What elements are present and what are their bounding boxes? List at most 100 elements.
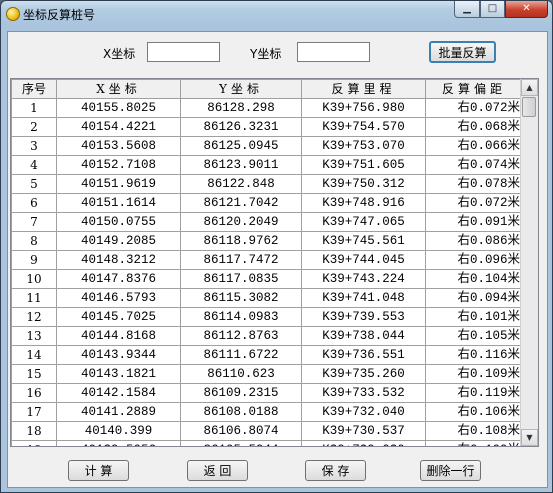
offset-cell[interactable]: 右0.072米 xyxy=(425,98,523,118)
offset-cell[interactable]: 右0.096米 xyxy=(425,250,523,270)
x-coordinate-input[interactable] xyxy=(147,42,220,62)
row-index[interactable]: 13 xyxy=(11,326,57,346)
row-index[interactable]: 11 xyxy=(11,288,57,308)
offset-cell[interactable]: 右0.119米 xyxy=(425,383,523,403)
row-index[interactable]: 8 xyxy=(11,231,57,251)
table-row[interactable]: 16 40142.1584 86109.2315 K39+733.532 右0.119米 xyxy=(11,383,523,403)
table-row[interactable]: 2 40154.4221 86126.3231 K39+754.570 右0.068米 xyxy=(11,117,523,137)
offset-cell[interactable]: 右0.066米 xyxy=(425,136,523,156)
offset-cell[interactable]: 右0.106米 xyxy=(425,402,523,422)
y-coordinate-cell[interactable]: 86118.9762 xyxy=(180,231,302,251)
row-index[interactable]: 15 xyxy=(11,364,57,384)
chainage-cell[interactable]: K39+736.551 xyxy=(301,345,426,365)
y-coordinate-cell[interactable]: 86122.848 xyxy=(180,174,302,194)
x-coordinate-cell[interactable]: 40144.8168 xyxy=(56,326,181,346)
x-coordinate-cell[interactable]: 40147.8376 xyxy=(56,269,181,289)
calculate-button[interactable]: 计 算 xyxy=(68,460,129,481)
y-coordinate-input[interactable] xyxy=(297,42,370,62)
x-coordinate-cell[interactable]: 40142.1584 xyxy=(56,383,181,403)
table-row[interactable]: 17 40141.2889 86108.0188 K39+732.040 右0.106米 xyxy=(11,402,523,422)
row-index[interactable]: 5 xyxy=(11,174,57,194)
title-bar[interactable]: 坐标反算桩号 ▁ □ ✕ xyxy=(1,1,552,27)
table-row[interactable]: 3 40153.5608 86125.0945 K39+753.070 右0.066米 xyxy=(11,136,523,156)
table-row[interactable]: 5 40151.9619 86122.848 K39+750.312 右0.078米 xyxy=(11,174,523,194)
row-index[interactable]: 1 xyxy=(11,98,57,118)
table-row[interactable]: 10 40147.8376 86117.0835 K39+743.224 右0.104米 xyxy=(11,269,523,289)
chainage-cell[interactable]: K39+729.030 xyxy=(301,440,426,446)
y-coordinate-cell[interactable]: 86111.6722 xyxy=(180,345,302,365)
y-coordinate-cell[interactable]: 86114.0983 xyxy=(180,307,302,327)
chainage-cell[interactable]: K39+732.040 xyxy=(301,402,426,422)
y-coordinate-cell[interactable]: 86110.623 xyxy=(180,364,302,384)
offset-cell[interactable]: 右0.078米 xyxy=(425,174,523,194)
y-coordinate-cell[interactable]: 86125.0945 xyxy=(180,136,302,156)
row-index[interactable]: 7 xyxy=(11,212,57,232)
row-index[interactable]: 6 xyxy=(11,193,57,213)
chainage-cell[interactable]: K39+744.045 xyxy=(301,250,426,270)
table-row[interactable]: 11 40146.5793 86115.3082 K39+741.048 右0.094米 xyxy=(11,288,523,308)
maximize-button[interactable]: □ xyxy=(480,1,505,18)
offset-cell[interactable]: 右0.104米 xyxy=(425,269,523,289)
row-index[interactable]: 2 xyxy=(11,117,57,137)
chainage-cell[interactable]: K39+753.070 xyxy=(301,136,426,156)
chainage-cell[interactable]: K39+743.224 xyxy=(301,269,426,289)
results-table[interactable]: 序号 X坐标 Y坐标 反算里程 反算偏距 1 40155.8025 86128.29… xyxy=(10,78,539,447)
close-button[interactable]: ✕ xyxy=(505,1,548,18)
chainage-cell[interactable]: K39+748.916 xyxy=(301,193,426,213)
x-coordinate-cell[interactable]: 40148.3212 xyxy=(56,250,181,270)
row-index[interactable]: 17 xyxy=(11,402,57,422)
table-row[interactable]: 9 40148.3212 86117.7472 K39+744.045 右0.096米 xyxy=(11,250,523,270)
x-coordinate-cell[interactable]: 40139.5056 xyxy=(56,440,181,446)
offset-cell[interactable]: 右0.101米 xyxy=(425,307,523,327)
x-coordinate-cell[interactable]: 40146.5793 xyxy=(56,288,181,308)
y-coordinate-cell[interactable]: 86109.2315 xyxy=(180,383,302,403)
x-coordinate-cell[interactable]: 40141.2889 xyxy=(56,402,181,422)
minimize-button[interactable]: ▁ xyxy=(454,1,480,18)
x-coordinate-cell[interactable]: 40143.9344 xyxy=(56,345,181,365)
chainage-cell[interactable]: K39+738.044 xyxy=(301,326,426,346)
table-row[interactable]: 12 40145.7025 86114.0983 K39+739.553 右0.101米 xyxy=(11,307,523,327)
y-coordinate-cell[interactable]: 86123.9011 xyxy=(180,155,302,175)
y-coordinate-cell[interactable]: 86112.8763 xyxy=(180,326,302,346)
delete-row-button[interactable]: 删除一行 xyxy=(420,460,481,481)
offset-cell[interactable]: 右0.086米 xyxy=(425,231,523,251)
row-index[interactable]: 3 xyxy=(11,136,57,156)
chainage-cell[interactable]: K39+735.260 xyxy=(301,364,426,384)
batch-calculate-button[interactable]: 批量反算 xyxy=(429,41,496,63)
x-coordinate-cell[interactable]: 40151.1614 xyxy=(56,193,181,213)
y-coordinate-cell[interactable]: 86115.3082 xyxy=(180,288,302,308)
offset-cell[interactable]: 右0.094米 xyxy=(425,288,523,308)
table-row[interactable]: 6 40151.1614 86121.7042 K39+748.916 右0.072米 xyxy=(11,193,523,213)
scroll-down-arrow-icon[interactable]: ▼ xyxy=(521,429,538,446)
y-coordinate-cell[interactable]: 86117.0835 xyxy=(180,269,302,289)
table-row[interactable]: 1940139.505686105.5944K39+729.030右0.109米 xyxy=(11,440,523,446)
table-row[interactable]: 14 40143.9344 86111.6722 K39+736.551 右0.116米 xyxy=(11,345,523,365)
scroll-thumb[interactable] xyxy=(522,97,536,117)
offset-cell[interactable]: 右0.074米 xyxy=(425,155,523,175)
y-coordinate-cell[interactable]: 86106.8074 xyxy=(180,421,302,441)
x-coordinate-cell[interactable]: 40143.1821 xyxy=(56,364,181,384)
y-coordinate-cell[interactable]: 86108.0188 xyxy=(180,402,302,422)
scroll-up-arrow-icon[interactable]: ▲ xyxy=(521,79,538,96)
x-coordinate-cell[interactable]: 40154.4221 xyxy=(56,117,181,137)
row-index[interactable]: 16 xyxy=(11,383,57,403)
chainage-cell[interactable]: K39+739.553 xyxy=(301,307,426,327)
chainage-cell[interactable]: K39+741.048 xyxy=(301,288,426,308)
table-row[interactable]: 13 40144.8168 86112.8763 K39+738.044 右0.105米 xyxy=(11,326,523,346)
x-coordinate-cell[interactable]: 40155.8025 xyxy=(56,98,181,118)
y-coordinate-cell[interactable]: 86117.7472 xyxy=(180,250,302,270)
row-index[interactable]: 10 xyxy=(11,269,57,289)
x-coordinate-cell[interactable]: 40153.5608 xyxy=(56,136,181,156)
table-row[interactable]: 7 40150.0755 86120.2049 K39+747.065 右0.091米 xyxy=(11,212,523,232)
vertical-scrollbar[interactable]: ▲ ▼ xyxy=(520,79,538,446)
table-row[interactable]: 15 40143.1821 86110.623 K39+735.260 右0.109米 xyxy=(11,364,523,384)
x-coordinate-cell[interactable]: 40152.7108 xyxy=(56,155,181,175)
x-coordinate-cell[interactable]: 40149.2085 xyxy=(56,231,181,251)
table-row[interactable]: 4 40152.7108 86123.9011 K39+751.605 右0.074米 xyxy=(11,155,523,175)
chainage-cell[interactable]: K39+747.065 xyxy=(301,212,426,232)
y-coordinate-cell[interactable]: 86121.7042 xyxy=(180,193,302,213)
offset-cell[interactable]: 右0.091米 xyxy=(425,212,523,232)
y-coordinate-cell[interactable]: 86120.2049 xyxy=(180,212,302,232)
offset-cell[interactable]: 右0.068米 xyxy=(425,117,523,137)
offset-cell[interactable]: 右0.109米 xyxy=(425,440,523,446)
